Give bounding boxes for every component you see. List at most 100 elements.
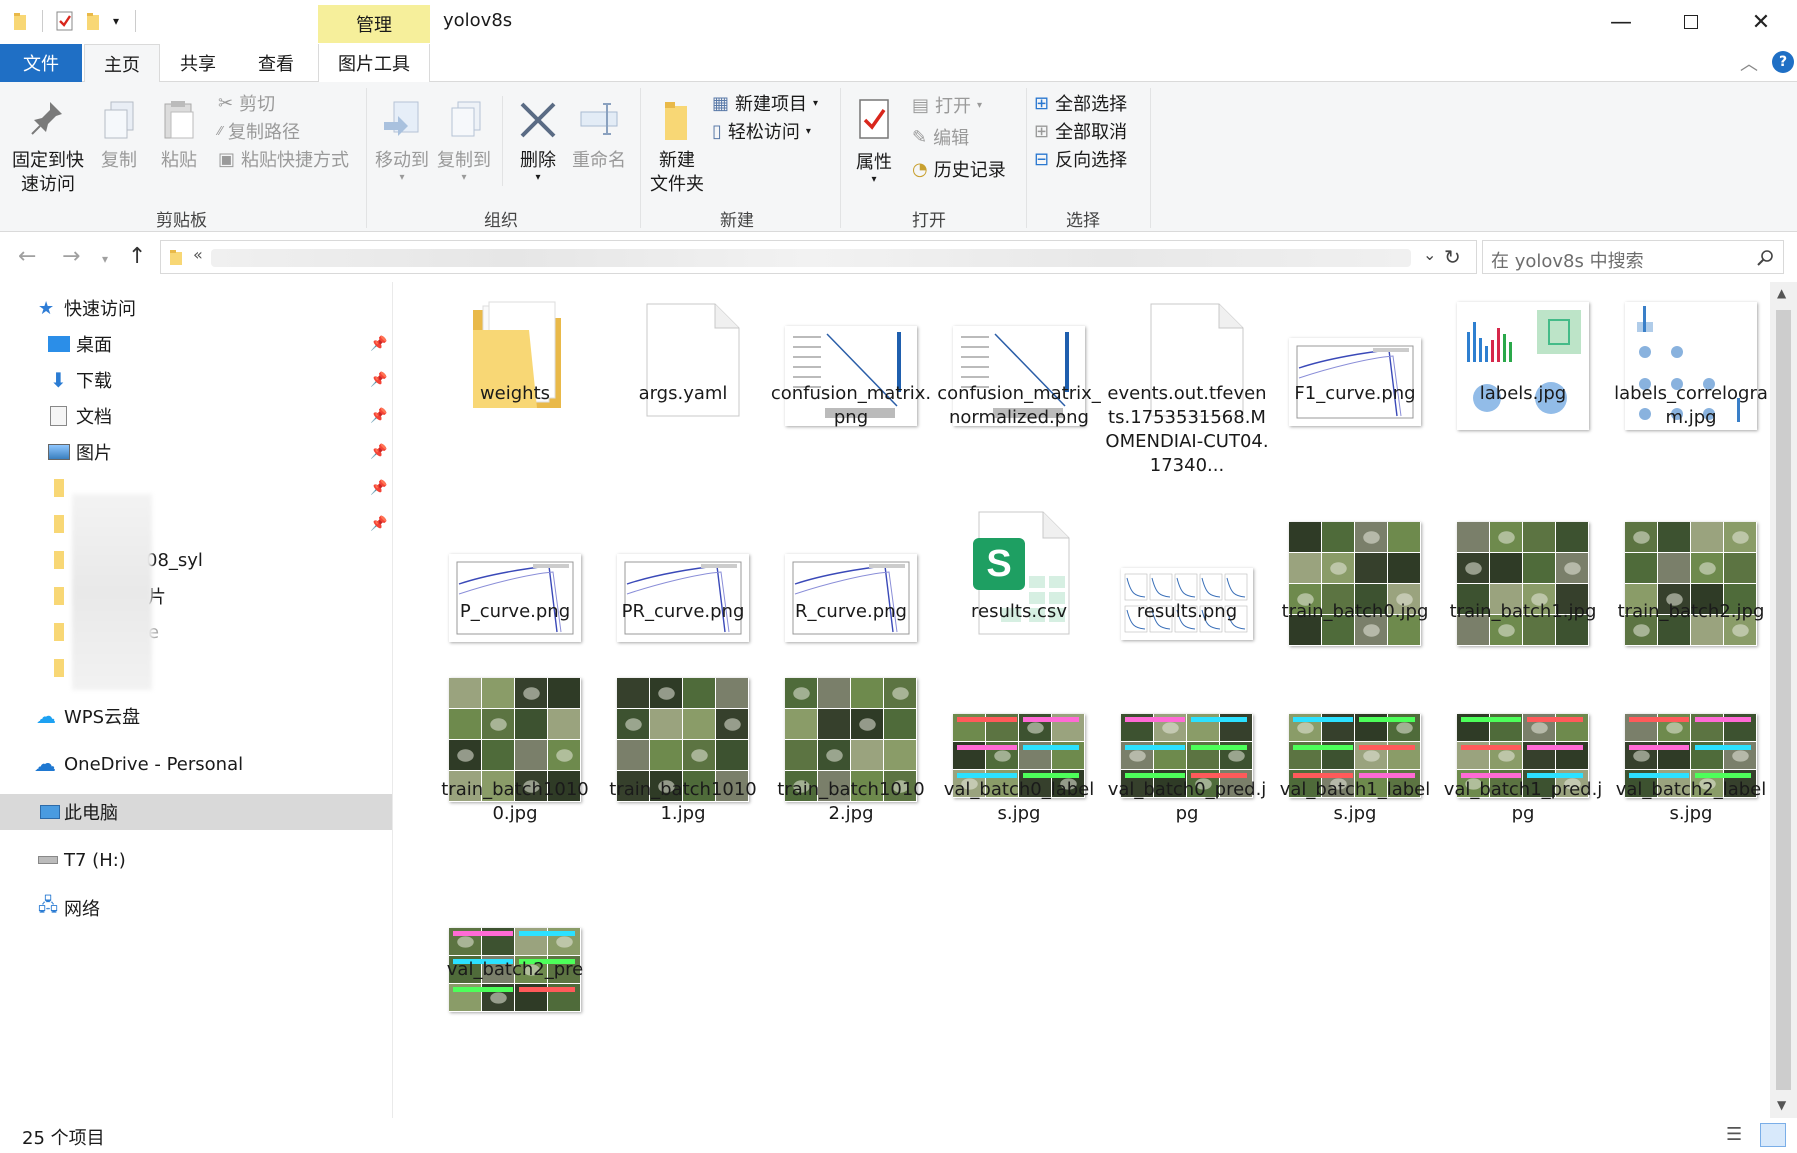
new-item-button[interactable]: ▦ 新建项目 ▾ [712, 90, 818, 116]
close-button[interactable]: ✕ [1726, 0, 1796, 44]
delete-button[interactable]: 删除 ▾ [510, 98, 566, 183]
paste-shortcut-label: 粘贴快捷方式 [241, 150, 350, 171]
nav-wps-cloud[interactable]: ☁ WPS云盘 [0, 698, 392, 734]
new-folder-button[interactable]: 新建 文件夹 [644, 98, 710, 197]
file-name: val_batch0_pred.jpg [1107, 779, 1267, 824]
up-button[interactable]: ↑ [128, 244, 146, 269]
nav-folder-blurred-2[interactable]: 📌 [0, 506, 392, 542]
tab-share[interactable]: 共享 [160, 44, 236, 82]
tab-picture-tools[interactable]: 图片工具 [318, 44, 430, 82]
address-dropdown-icon[interactable]: ⌄ [1423, 245, 1436, 264]
document-icon [50, 406, 67, 426]
scrollbar-thumb[interactable] [1776, 310, 1791, 1090]
nav-documents[interactable]: 文档 📌 [0, 398, 392, 434]
large-icons-view-icon[interactable] [1760, 1123, 1786, 1147]
address-row: ← → ▾ ↑ « ⌄ ↻ 在 yolov8s 中搜索 [0, 232, 1797, 282]
nav-t7-drive[interactable]: T7 (H:) [0, 842, 392, 878]
nav-folder-blurred-6[interactable] [0, 650, 392, 686]
nav-folder-blurred-4[interactable]: 片 [0, 578, 392, 614]
properties-check-icon [859, 99, 889, 139]
nav-pictures[interactable]: 图片 📌 [0, 434, 392, 470]
properties-button[interactable]: 属性 ▾ [846, 96, 902, 185]
copy-path-button[interactable]: ⁄⁄ 复制路径 [218, 118, 300, 144]
open-button[interactable]: ▤ 打开 ▾ [912, 92, 982, 118]
maximize-button[interactable] [1656, 0, 1726, 44]
vertical-scrollbar[interactable]: ▲ ▼ [1770, 282, 1797, 1118]
help-icon[interactable]: ? [1772, 51, 1794, 73]
rename-button[interactable]: 重命名 [568, 98, 630, 173]
forward-button[interactable]: → [62, 244, 80, 269]
easy-access-button[interactable]: ▯ 轻松访问 ▾ [712, 118, 811, 144]
file-item[interactable]: weights [431, 282, 599, 482]
nav-this-pc[interactable]: 此电脑 [0, 794, 392, 830]
file-item[interactable]: labels.jpg [1439, 282, 1607, 482]
paste-button[interactable]: 粘贴 [154, 98, 204, 173]
collapse-ribbon-icon[interactable]: ︿ [1740, 50, 1758, 76]
paste-shortcut-button[interactable]: ▣ 粘贴快捷方式 [218, 146, 349, 172]
folder-icon[interactable] [12, 11, 30, 31]
file-name: R_curve.png [795, 601, 907, 622]
back-button[interactable]: ← [18, 244, 36, 269]
nav-folder-blurred-3[interactable]: 08_syl [0, 542, 392, 578]
file-item[interactable]: val_batch0_labels.jpg [935, 654, 1103, 854]
file-item[interactable]: confusion_matrix_normalized.png [935, 282, 1103, 482]
invert-selection-button[interactable]: ⊟ 反向选择 [1034, 146, 1127, 172]
select-all-button[interactable]: ⊞ 全部选择 [1034, 90, 1127, 116]
minimize-button[interactable]: — [1586, 0, 1656, 44]
pin-to-quick-access-button[interactable]: 固定到快 速访问 [8, 98, 88, 197]
file-item[interactable]: confusion_matrix.png [767, 282, 935, 482]
file-item[interactable]: val_batch1_pred.jpg [1439, 654, 1607, 854]
invert-selection-label: 反向选择 [1055, 150, 1128, 171]
nav-folder-blurred-5[interactable]: e [0, 614, 392, 650]
file-item[interactable]: train_batch10101.jpg [599, 654, 767, 854]
thumbnail-image [1457, 302, 1589, 430]
scroll-up-icon[interactable]: ▲ [1777, 286, 1786, 300]
file-item[interactable]: train_batch10102.jpg [767, 654, 935, 854]
new-folder-icon[interactable] [85, 11, 103, 31]
scroll-down-icon[interactable]: ▼ [1777, 1098, 1786, 1112]
file-item[interactable]: val_batch1_labels.jpg [1271, 654, 1439, 854]
details-view-icon[interactable]: ☰ [1726, 1124, 1742, 1145]
select-none-button[interactable]: ⊞ 全部取消 [1034, 118, 1127, 144]
file-item[interactable]: train_batch10100.jpg [431, 654, 599, 854]
file-item[interactable]: labels_correlogram.jpg [1607, 282, 1770, 482]
file-name: val_batch1_labels.jpg [1279, 779, 1431, 824]
tab-file[interactable]: 文件 [0, 44, 82, 82]
file-item[interactable]: events.out.tfevents.1753531568.MOMENDIAI… [1103, 282, 1271, 482]
nav-downloads[interactable]: ⬇ 下载 📌 [0, 362, 392, 398]
file-item[interactable]: F1_curve.png [1271, 282, 1439, 482]
nav-this-pc-label: 此电脑 [64, 803, 118, 824]
move-to-button[interactable]: 移动到 ▾ [372, 98, 432, 183]
address-bar[interactable]: « ⌄ [160, 240, 1477, 274]
cut-button[interactable]: ✂ 剪切 [218, 90, 275, 116]
refresh-button[interactable]: ↻ [1444, 245, 1461, 269]
nav-network[interactable]: 🖧 网络 [0, 890, 392, 926]
nav-quick-access-label: 快速访问 [64, 299, 136, 320]
download-icon: ⬇ [50, 368, 67, 392]
file-item[interactable]: val_batch2_labels.jpg [1607, 654, 1770, 854]
history-button[interactable]: ◔ 历史记录 [912, 156, 1006, 182]
customize-dropdown-icon[interactable]: ▾ [113, 14, 119, 28]
nav-onedrive-label: OneDrive - Personal [64, 753, 244, 775]
tab-home[interactable]: 主页 [84, 44, 160, 83]
move-to-label: 移动到 [375, 150, 429, 171]
file-name: P_curve.png [459, 601, 571, 622]
copy-to-button[interactable]: 复制到 ▾ [434, 98, 494, 183]
file-item[interactable]: args.yaml [599, 282, 767, 482]
breadcrumb-overflow[interactable]: « [193, 245, 203, 264]
nav-onedrive[interactable]: ☁ OneDrive - Personal [0, 746, 392, 782]
tab-view[interactable]: 查看 [236, 44, 316, 82]
properties-icon[interactable] [55, 10, 75, 32]
search-box[interactable]: 在 yolov8s 中搜索 [1482, 240, 1784, 274]
manage-context-tab[interactable]: 管理 [318, 5, 430, 43]
file-list: weights args.yaml confusion_matrix.png con… [392, 282, 1770, 1118]
recent-locations-button[interactable]: ▾ [102, 252, 108, 266]
file-item[interactable]: val_batch0_pred.jpg [1103, 654, 1271, 854]
nav-quick-access[interactable]: ★ 快速访问 [0, 290, 392, 326]
nav-desktop[interactable]: 桌面 📌 [0, 326, 392, 362]
nav-folder-blurred-1[interactable]: 📌 [0, 470, 392, 506]
new-folder-label: 新建 文件夹 [650, 150, 704, 195]
edit-button[interactable]: ✎ 编辑 [912, 124, 969, 150]
file-item[interactable]: val_batch2_pre [431, 868, 599, 1068]
copy-button[interactable]: 复制 [94, 98, 144, 173]
